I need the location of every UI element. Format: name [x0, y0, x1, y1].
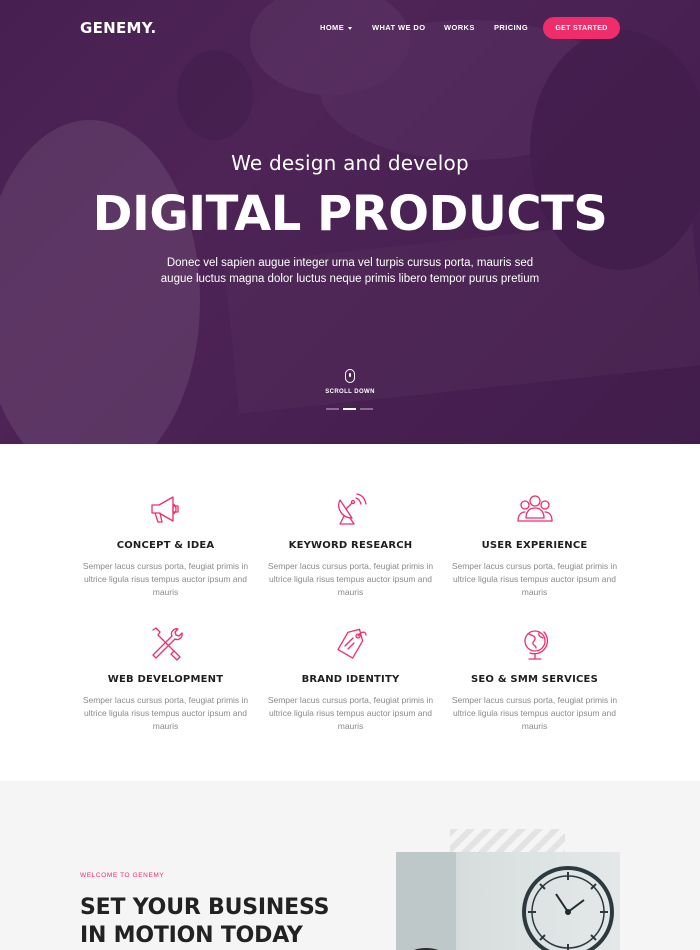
- feature-text: Semper lacus cursus porta, feugiat primi…: [267, 561, 434, 597]
- slider-dot-1[interactable]: [326, 408, 339, 410]
- slider-dot-2[interactable]: [343, 408, 356, 410]
- price-tag-icon: [336, 628, 367, 659]
- feature-title: BRAND IDENTITY: [301, 674, 400, 685]
- satellite-dish-icon: [337, 493, 367, 525]
- nav-item-what-we-do[interactable]: WHAT WE DO: [372, 23, 425, 32]
- nav-item-home-label: HOME: [320, 23, 345, 32]
- feature-text: Semper lacus cursus porta, feugiat primi…: [267, 695, 434, 731]
- globe-icon: [523, 630, 548, 660]
- feature-text: Semper lacus cursus porta, feugiat primi…: [82, 561, 249, 597]
- top-navigation: GENEMY. HOME WHAT WE DO WORKS PRICING GE…: [0, 0, 700, 56]
- hero-description: Donec vel sapien augue integer urna vel …: [160, 257, 540, 285]
- feature-web-development: WEB DEVELOPMENT Semper lacus cursus port…: [73, 626, 258, 733]
- hero-subtitle: We design and develop: [231, 151, 469, 175]
- feature-concept-idea: CONCEPT & IDEA Semper lacus cursus porta…: [73, 492, 258, 599]
- feature-seo-smm-services: SEO & SMM SERVICES Semper lacus cursus p…: [442, 626, 627, 733]
- nav-item-pricing[interactable]: PRICING: [494, 23, 528, 32]
- about-title-line-2: IN MOTION TODAY: [80, 923, 303, 948]
- feature-title: USER EXPERIENCE: [481, 540, 588, 551]
- get-started-button[interactable]: GET STARTED: [543, 17, 620, 39]
- scroll-down-link[interactable]: SCROLL DOWN: [0, 389, 700, 395]
- wall-clock-icon: [413, 866, 614, 950]
- decorative-stripes: [450, 829, 565, 853]
- about-title-line-1: SET YOUR BUSINESS: [80, 895, 330, 920]
- feature-brand-identity: BRAND IDENTITY Semper lacus cursus porta…: [258, 626, 443, 733]
- about-eyebrow: WELCOME TO GENEMY: [80, 872, 165, 879]
- page: GENEMY. HOME WHAT WE DO WORKS PRICING GE…: [0, 0, 700, 950]
- feature-keyword-research: KEYWORD RESEARCH Semper lacus cursus por…: [258, 492, 443, 599]
- features-section: CONCEPT & IDEA Semper lacus cursus porta…: [0, 444, 700, 781]
- nav-item-home[interactable]: HOME: [320, 23, 353, 32]
- slider-dot-3[interactable]: [360, 408, 373, 410]
- mouse-icon[interactable]: [345, 369, 355, 383]
- megaphone-icon: [150, 496, 179, 523]
- feature-text: Semper lacus cursus porta, feugiat primi…: [451, 695, 618, 731]
- feature-title: SEO & SMM SERVICES: [471, 674, 598, 685]
- tools-icon: [151, 627, 183, 661]
- chevron-down-icon: [348, 26, 353, 30]
- feature-title: KEYWORD RESEARCH: [288, 540, 413, 551]
- feature-title: WEB DEVELOPMENT: [107, 674, 224, 685]
- about-title: SET YOUR BUSINESS IN MOTION TODAY: [80, 894, 329, 950]
- slider-pagination: [326, 408, 373, 410]
- feature-user-experience: USER EXPERIENCE Semper lacus cursus port…: [442, 492, 627, 599]
- users-icon: [516, 495, 553, 522]
- hero-section: GENEMY. HOME WHAT WE DO WORKS PRICING GE…: [0, 0, 700, 444]
- clock-photo: [396, 852, 620, 950]
- about-section: WELCOME TO GENEMY SET YOUR BUSINESS IN M…: [0, 781, 700, 950]
- feature-title: CONCEPT & IDEA: [116, 540, 215, 551]
- nav-item-works[interactable]: WORKS: [444, 23, 475, 32]
- feature-text: Semper lacus cursus porta, feugiat primi…: [451, 561, 618, 597]
- hero-title: DIGITAL PRODUCTS: [92, 186, 608, 242]
- logo[interactable]: GENEMY.: [80, 19, 156, 37]
- feature-text: Semper lacus cursus porta, feugiat primi…: [82, 695, 249, 731]
